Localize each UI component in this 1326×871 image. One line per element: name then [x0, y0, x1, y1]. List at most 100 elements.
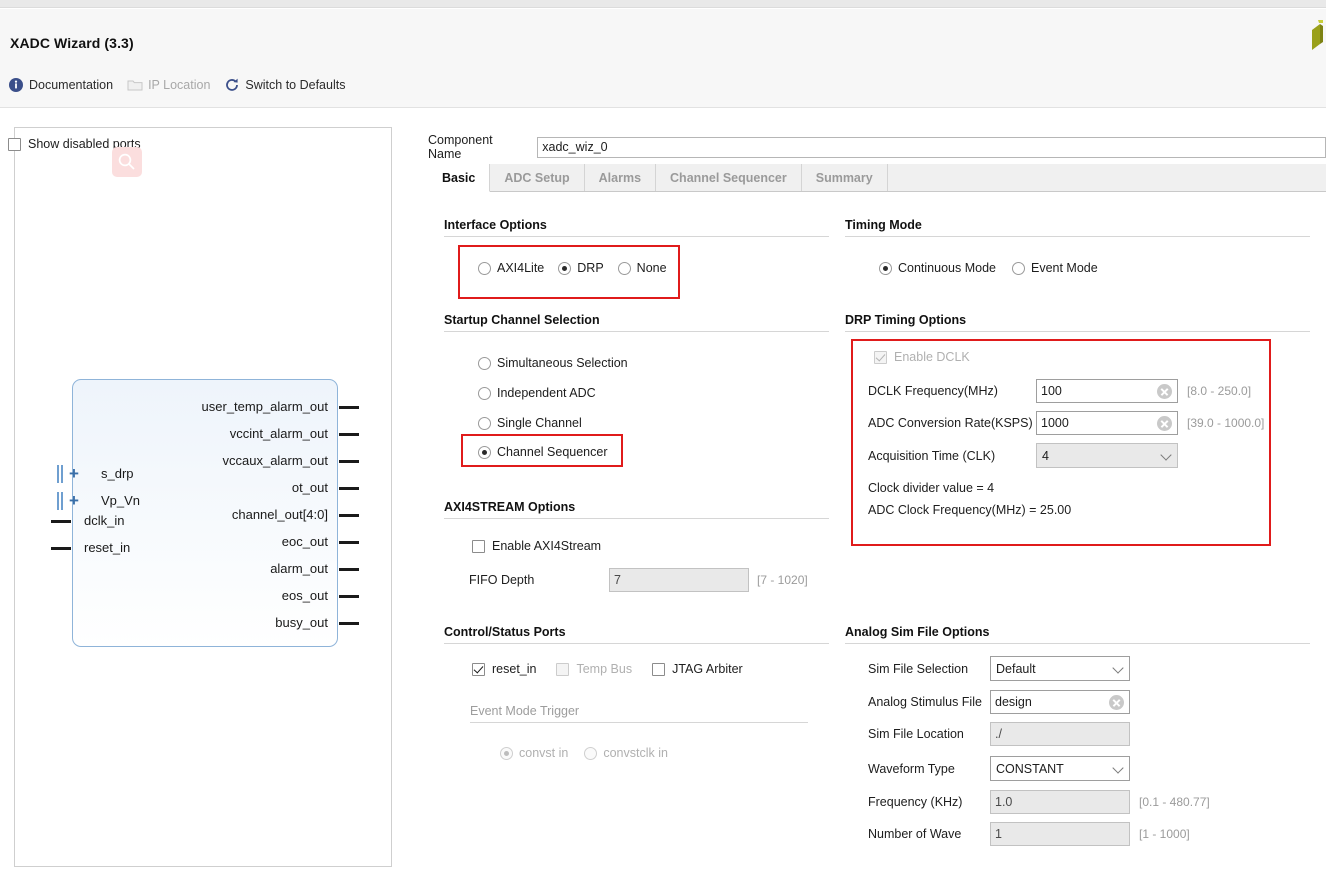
show-disabled-ports-checkbox[interactable]: [8, 137, 21, 151]
info-icon: [8, 77, 24, 93]
tab-bar: Basic ADC Setup Alarms Channel Sequencer…: [428, 164, 1326, 192]
sim-file-selection-value: Default: [996, 661, 1036, 676]
sim-file-location-label: Sim File Location: [868, 727, 964, 741]
radio-event-mode[interactable]: Event Mode: [1011, 261, 1098, 275]
radio-continuous-mode[interactable]: Continuous Mode: [879, 261, 996, 275]
ip-location-label: IP Location: [148, 78, 211, 92]
analog-sim-file-rule: [845, 643, 1310, 644]
drp-timing-options-title: DRP Timing Options: [845, 313, 967, 327]
axi4stream-options-group: AXI4STREAM Options: [444, 500, 829, 519]
sim-file-location-input[interactable]: [990, 722, 1130, 746]
radio-none[interactable]: None: [617, 261, 667, 275]
port-pin-out-5: [339, 541, 359, 544]
port-in-1: Vp_Vn: [101, 493, 141, 508]
clear-analog-stimulus-file-icon[interactable]: [1109, 695, 1124, 710]
checkbox-reset-in-label: reset_in: [492, 662, 537, 676]
chevron-down-icon: [1160, 448, 1172, 461]
ip-location-button[interactable]: IP Location: [127, 77, 210, 93]
port-pin-out-8: [339, 622, 359, 625]
checkbox-jtag-arbiter[interactable]: JTAG Arbiter: [652, 662, 743, 676]
plus-icon: +: [69, 491, 79, 510]
radio-independent-adc[interactable]: Independent ADC: [478, 386, 596, 400]
port-out-4: channel_out[4:0]: [231, 507, 328, 522]
fifo-depth-range: [7 - 1020]: [757, 573, 808, 587]
checkbox-jtag-arbiter-box[interactable]: [652, 662, 666, 676]
radio-channel-sequencer-label: Channel Sequencer: [497, 445, 608, 459]
enable-dclk-row: Enable DCLK: [874, 350, 970, 364]
interface-options-group: Interface Options: [444, 218, 829, 237]
tab-basic[interactable]: Basic: [428, 164, 491, 192]
frequency-input[interactable]: [990, 790, 1130, 814]
radio-single-channel[interactable]: Single Channel: [478, 416, 582, 430]
adc-conversion-rate-row: ADC Conversion Rate(KSPS) [39.0 - 1000.0…: [868, 411, 1264, 435]
bus-expand-s_drp[interactable]: +: [57, 465, 91, 483]
window-top-strip: [0, 0, 1326, 8]
fifo-depth-input[interactable]: [609, 568, 749, 592]
checkbox-temp-bus-box: [556, 662, 570, 676]
port-pin-out-6: [339, 568, 359, 571]
radio-channel-sequencer[interactable]: Channel Sequencer: [478, 445, 608, 459]
enable-axi4stream-row[interactable]: Enable AXI4Stream: [472, 539, 601, 553]
documentation-button[interactable]: Documentation: [8, 77, 113, 93]
tab-channel-sequencer[interactable]: Channel Sequencer: [656, 164, 802, 191]
checkbox-reset-in[interactable]: reset_in: [472, 662, 536, 676]
radio-event-mode-label: Event Mode: [1030, 261, 1098, 275]
tab-alarms[interactable]: Alarms: [584, 164, 657, 191]
dclk-frequency-range: [8.0 - 250.0]: [1187, 384, 1252, 398]
analog-stimulus-file-label: Analog Stimulus File: [868, 695, 982, 709]
acquisition-time-select[interactable]: 4: [1036, 443, 1178, 468]
control-status-title: Control/Status Ports: [444, 625, 566, 639]
radio-convstclk-in-dot: [584, 746, 598, 760]
frequency-row: Frequency (KHz) [0.1 - 480.77]: [868, 790, 1210, 814]
bus-expand-vp_vn[interactable]: +: [57, 492, 91, 510]
clear-dclk-frequency-icon[interactable]: [1157, 384, 1172, 399]
enable-dclk-label: Enable DCLK: [894, 350, 970, 364]
radio-drp-dot: [558, 261, 572, 275]
axi4stream-title: AXI4STREAM Options: [444, 500, 576, 514]
analog-sim-file-group: Analog Sim File Options: [845, 625, 1310, 644]
enable-axi4stream-checkbox[interactable]: [472, 539, 485, 553]
fifo-depth-label: FIFO Depth: [469, 573, 535, 587]
event-mode-trigger-rule: [470, 722, 808, 723]
component-name-row: Component Name: [428, 133, 1326, 161]
tab-adc-setup[interactable]: ADC Setup: [490, 164, 585, 191]
timing-mode-group: Timing Mode: [845, 218, 1310, 237]
radio-continuous-mode-dot: [879, 261, 892, 275]
number-of-wave-label: Number of Wave: [868, 827, 962, 841]
switch-to-defaults-button[interactable]: Switch to Defaults: [224, 77, 345, 93]
title-bar: XADC Wizard (3.3): [0, 9, 1326, 67]
ip-block-symbol: user_temp_alarm_out vccint_alarm_out vcc…: [51, 379, 359, 647]
checkbox-temp-bus: Temp Bus: [556, 662, 632, 676]
bus-bars-icon: [57, 465, 66, 483]
port-pin-in-3: [51, 547, 71, 550]
timing-mode-title: Timing Mode: [845, 218, 922, 232]
clear-adc-conversion-rate-icon[interactable]: [1157, 416, 1172, 431]
component-name-input[interactable]: [537, 136, 1326, 158]
number-of-wave-input[interactable]: [990, 822, 1130, 846]
search-icon[interactable]: [112, 147, 142, 177]
toolbar-divider: [0, 107, 1326, 108]
port-pin-out-0: [339, 406, 359, 409]
port-out-7: eos_out: [281, 588, 328, 603]
enable-dclk-checkbox: [874, 350, 887, 364]
radio-convst-in-dot: [500, 746, 513, 760]
drp-timing-options-group: DRP Timing Options: [845, 313, 1310, 332]
radio-independent-dot: [478, 386, 491, 400]
radio-axi4lite[interactable]: AXI4Lite: [478, 261, 544, 275]
control-status-ports-group: Control/Status Ports: [444, 625, 829, 644]
acquisition-time-row: Acquisition Time (CLK) 4: [868, 443, 1178, 468]
page-title: XADC Wizard (3.3): [10, 35, 134, 51]
radio-simultaneous-selection[interactable]: Simultaneous Selection: [478, 356, 628, 370]
radio-axi4lite-dot: [478, 261, 491, 275]
port-out-6: alarm_out: [270, 561, 328, 576]
radio-drp[interactable]: DRP: [558, 261, 604, 275]
timing-mode-radios: Continuous Mode Event Mode: [879, 261, 1098, 275]
radio-event-mode-dot: [1011, 261, 1025, 275]
tab-summary[interactable]: Summary: [801, 164, 888, 191]
startup-channel-title: Startup Channel Selection: [444, 313, 600, 327]
dclk-frequency-label: DCLK Frequency(MHz): [868, 384, 998, 398]
port-in-3: reset_in: [84, 540, 131, 555]
sim-file-selection-select[interactable]: Default: [990, 656, 1130, 681]
checkbox-reset-in-box[interactable]: [472, 662, 485, 676]
waveform-type-select[interactable]: CONSTANT: [990, 756, 1130, 781]
